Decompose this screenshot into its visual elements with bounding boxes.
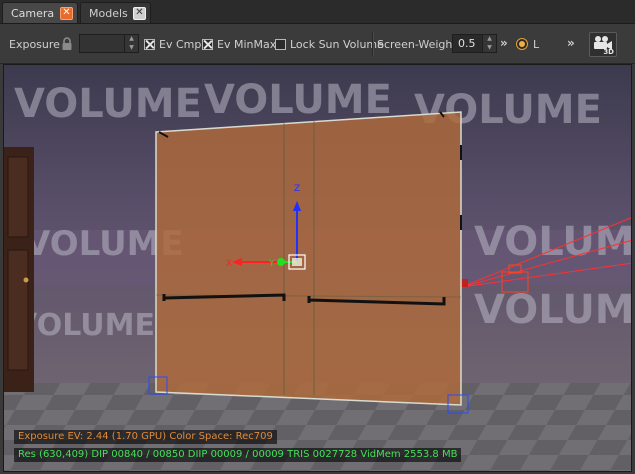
l-radio-button[interactable] xyxy=(516,38,528,50)
exposure-input[interactable]: ▲ ▼ xyxy=(79,34,139,53)
selected-volume-plane[interactable] xyxy=(148,111,469,414)
screen-weight-stepper[interactable]: ▲ ▼ xyxy=(482,35,496,52)
camera-3d-mode-button[interactable]: 3D xyxy=(589,32,617,57)
door xyxy=(4,147,34,392)
volume-texture-text: VOLUME xyxy=(14,308,155,343)
ev-cmp-checkbox[interactable]: Ev Cmp xyxy=(144,36,201,52)
tab-models[interactable]: Models ✕ xyxy=(80,2,151,23)
volume-texture-text: VOLUME xyxy=(204,77,392,123)
tab-camera-label: Camera xyxy=(11,6,55,20)
l-radio-label: L xyxy=(533,37,540,51)
gizmo-x-label: X xyxy=(226,259,232,269)
ev-minmax-checkbox[interactable]: Ev MinMax xyxy=(202,36,276,52)
lock-sun-check-icon xyxy=(275,38,286,50)
close-icon[interactable]: ✕ xyxy=(133,6,146,20)
tab-models-label: Models xyxy=(89,6,128,20)
ev-minmax-check-icon xyxy=(202,38,213,50)
camera-mode-label: 3D xyxy=(603,48,614,56)
screen-weight-input[interactable]: 0.5 ▲ ▼ xyxy=(452,34,497,53)
gizmo-y-label: Y xyxy=(268,259,275,269)
screen-weight-value: 0.5 xyxy=(458,37,476,50)
3d-viewport[interactable]: VOLUME VOLUME VOLUME VOLUME VOLUME VOLUM… xyxy=(3,64,632,472)
exposure-stepper[interactable]: ▲ ▼ xyxy=(124,35,138,52)
exposure-label: Exposure xyxy=(9,37,60,51)
gizmo-z-label: Z xyxy=(294,184,300,194)
screen-weight-label: Screen-Weight xyxy=(377,37,457,51)
scene-canvas[interactable]: VOLUME VOLUME VOLUME VOLUME VOLUME VOLUM… xyxy=(4,65,632,472)
ev-cmp-label: Ev Cmp xyxy=(159,37,202,51)
volume-texture-text: VOLUME xyxy=(14,81,202,127)
volume-texture-text: VOLUME xyxy=(474,219,632,265)
tab-bar: Camera ✕ Models ✕ xyxy=(0,0,635,24)
ev-minmax-label: Ev MinMax xyxy=(217,37,277,51)
chevron-double-right-icon[interactable]: » xyxy=(500,36,508,50)
volume-texture-text: VOLUME xyxy=(474,287,632,333)
lock-icon[interactable] xyxy=(61,37,73,51)
tab-camera[interactable]: Camera ✕ xyxy=(2,2,78,23)
lock-sun-volume-checkbox[interactable]: Lock Sun Volume xyxy=(275,36,384,52)
ev-cmp-check-icon xyxy=(144,38,155,50)
camera-toolbar: Exposure ▲ ▼ Ev Cmp Ev MinMax Lock Sun Vo… xyxy=(0,24,635,64)
render-stats-text: Res (630,409) DIP 00840 / 00850 DIIP 000… xyxy=(14,448,462,462)
toolbar-divider xyxy=(372,32,374,56)
exposure-status-text: Exposure EV: 2.44 (1.70 GPU) Color Space… xyxy=(14,430,277,444)
close-icon[interactable]: ✕ xyxy=(60,6,73,20)
lock-sun-volume-label: Lock Sun Volume xyxy=(290,37,384,51)
chevron-double-right-icon[interactable]: » xyxy=(567,36,575,50)
